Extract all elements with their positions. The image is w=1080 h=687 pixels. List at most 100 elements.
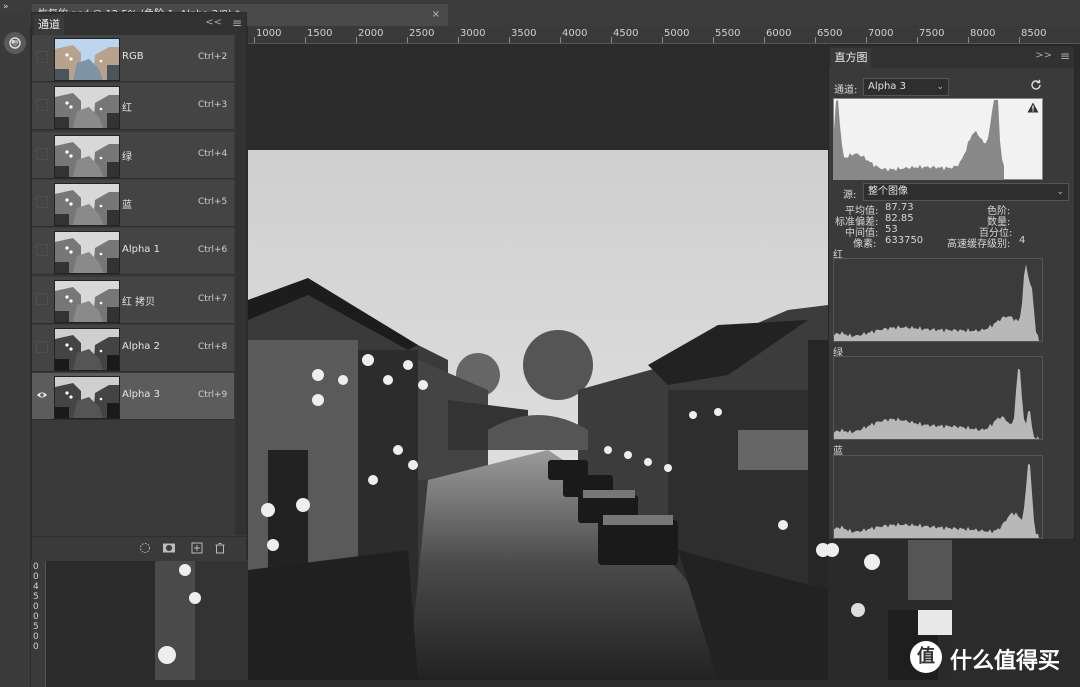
warning-icon[interactable] bbox=[1027, 102, 1039, 114]
source-label: 源: bbox=[843, 190, 857, 201]
logo-icon: 值 bbox=[910, 641, 942, 673]
channel-row[interactable]: Alpha 1 Ctrl+6 bbox=[32, 228, 234, 276]
ruler-tick-mark bbox=[560, 37, 561, 43]
ruler-tick-mark bbox=[866, 37, 867, 43]
main-histogram bbox=[833, 98, 1043, 180]
ruler-tick-label: 6500 bbox=[817, 28, 843, 39]
visibility-toggle[interactable] bbox=[36, 195, 48, 208]
channel-shortcut: Ctrl+4 bbox=[198, 148, 228, 159]
channel-list: RGB Ctrl+2 红 Ctrl+3 绿 Ctrl+4 蓝 Ctrl+5 Alpha 1 Ctr… bbox=[32, 35, 234, 535]
channel-shortcut: Ctrl+2 bbox=[198, 52, 228, 62]
top-ruler: 1000 1500 2000 2500 3000 3500 4000 4500 5000 5500… bbox=[248, 26, 1080, 44]
left-ruler: 0 0 4 5 0 0 5 0 0 bbox=[31, 560, 46, 687]
channel-select-value: Alpha 3 bbox=[868, 81, 906, 92]
ruler-tick-label: 3500 bbox=[511, 28, 537, 39]
channels-scrollbar[interactable] bbox=[235, 35, 246, 535]
channel-shortcut: Ctrl+9 bbox=[198, 390, 228, 401]
chevron-down-icon: ⌄ bbox=[936, 82, 944, 92]
histogram-panel-header: 直方图 >> ≡ bbox=[829, 46, 1074, 68]
expand-panel-icon[interactable]: >> bbox=[1035, 50, 1052, 61]
channel-thumbnail bbox=[54, 86, 120, 130]
cache-value: 4 bbox=[1019, 235, 1026, 246]
ruler-tick-label: 4000 bbox=[562, 28, 588, 39]
channel-row[interactable]: Alpha 3 Ctrl+9 bbox=[32, 373, 234, 421]
ruler-tick-mark bbox=[1019, 37, 1020, 43]
channel-thumbnail bbox=[54, 376, 120, 420]
tab-histogram[interactable]: 直方图 bbox=[831, 48, 871, 68]
channels-panel: 通道 << ≡ RGB Ctrl+2 红 Ctrl+3 绿 Ctrl+4 蓝 Ctrl+5 Al… bbox=[31, 12, 247, 561]
ruler-tick-mark bbox=[815, 37, 816, 43]
histogram-curve bbox=[834, 264, 1039, 341]
panel-expand-arrow[interactable]: » bbox=[3, 2, 9, 12]
visibility-toggle[interactable] bbox=[36, 51, 48, 63]
canvas-image-left-strip[interactable] bbox=[155, 560, 248, 680]
median-value: 53 bbox=[885, 224, 898, 235]
channel-row[interactable]: 红 拷贝 Ctrl+7 bbox=[32, 276, 234, 324]
save-selection-mask-icon[interactable] bbox=[162, 542, 176, 556]
ruler-tick-label: 1000 bbox=[256, 28, 282, 39]
pixels-value: 633750 bbox=[885, 235, 924, 246]
close-tab-icon[interactable]: × bbox=[432, 4, 440, 26]
ruler-tick-mark bbox=[713, 37, 714, 43]
panel-menu-icon[interactable]: ≡ bbox=[232, 16, 242, 30]
panel-menu-icon[interactable]: ≡ bbox=[1060, 49, 1070, 63]
channel-shortcut: Ctrl+5 bbox=[198, 196, 228, 207]
mean-value: 87.73 bbox=[885, 202, 914, 213]
blue-histogram bbox=[833, 455, 1043, 539]
ruler-tick-mark bbox=[458, 37, 459, 43]
channel-name: 蓝 bbox=[122, 199, 132, 211]
channel-thumbnail bbox=[54, 134, 120, 178]
left-ruler-label: 0 0 4 5 0 0 5 0 0 bbox=[33, 562, 39, 652]
channel-row[interactable]: 绿 Ctrl+4 bbox=[32, 131, 234, 179]
std-value: 82.85 bbox=[885, 213, 914, 224]
histogram-curve bbox=[834, 464, 1039, 538]
trash-icon[interactable] bbox=[213, 542, 227, 556]
visibility-toggle[interactable] bbox=[36, 99, 48, 112]
visibility-toggle[interactable] bbox=[36, 340, 48, 353]
eye-icon[interactable] bbox=[36, 389, 48, 401]
channel-thumbnail bbox=[54, 231, 120, 275]
ruler-tick-label: 5500 bbox=[715, 28, 741, 39]
channel-name: Alpha 2 bbox=[122, 340, 160, 352]
source-select[interactable]: 整个图像 ⌄ bbox=[863, 183, 1069, 201]
channel-select[interactable]: Alpha 3 ⌄ bbox=[863, 78, 949, 96]
visibility-toggle[interactable] bbox=[36, 244, 48, 257]
watermark-logo: 值 什么值得买 bbox=[906, 637, 1076, 681]
load-selection-icon[interactable] bbox=[138, 542, 152, 556]
canvas-image[interactable] bbox=[248, 150, 828, 680]
adjustment-tool-icon[interactable] bbox=[4, 32, 26, 54]
ruler-tick-label: 3000 bbox=[460, 28, 486, 39]
channel-label: 通道: bbox=[834, 85, 858, 96]
refresh-icon[interactable] bbox=[1030, 79, 1044, 93]
ruler-tick-label: 1500 bbox=[307, 28, 333, 39]
collapse-panel-icon[interactable]: << bbox=[205, 17, 222, 28]
visibility-toggle[interactable] bbox=[36, 292, 48, 305]
channel-row[interactable]: RGB Ctrl+2 bbox=[32, 35, 234, 82]
ruler-tick-label: 8500 bbox=[1021, 28, 1047, 39]
ruler-tick-mark bbox=[917, 37, 918, 43]
green-histogram bbox=[833, 356, 1043, 440]
source-select-value: 整个图像 bbox=[868, 186, 908, 197]
channel-shortcut: Ctrl+6 bbox=[198, 245, 228, 256]
ruler-tick-label: 5000 bbox=[664, 28, 690, 39]
histogram-curve bbox=[834, 368, 1039, 439]
channel-thumbnail bbox=[54, 279, 120, 323]
ruler-tick-label: 6000 bbox=[766, 28, 792, 39]
ruler-tick-label: 7500 bbox=[919, 28, 945, 39]
pixels-label: 像素: bbox=[853, 239, 877, 250]
visibility-toggle[interactable] bbox=[36, 147, 48, 160]
ruler-tick-mark bbox=[356, 37, 357, 43]
channel-thumbnail bbox=[54, 182, 120, 226]
channel-thumbnail bbox=[54, 327, 120, 371]
ruler-tick-mark bbox=[305, 37, 306, 43]
channel-name: 红 拷贝 bbox=[122, 296, 156, 308]
tab-channels[interactable]: 通道 bbox=[34, 15, 64, 35]
ruler-tick-mark bbox=[611, 37, 612, 43]
new-channel-icon[interactable] bbox=[190, 542, 204, 556]
channel-name: Alpha 1 bbox=[122, 244, 160, 256]
channel-row[interactable]: Alpha 2 Ctrl+8 bbox=[32, 324, 234, 372]
ruler-tick-label: 2500 bbox=[409, 28, 435, 39]
channel-row[interactable]: 红 Ctrl+3 bbox=[32, 83, 234, 131]
ruler-tick-label: 7000 bbox=[868, 28, 894, 39]
channel-row[interactable]: 蓝 Ctrl+5 bbox=[32, 179, 234, 227]
